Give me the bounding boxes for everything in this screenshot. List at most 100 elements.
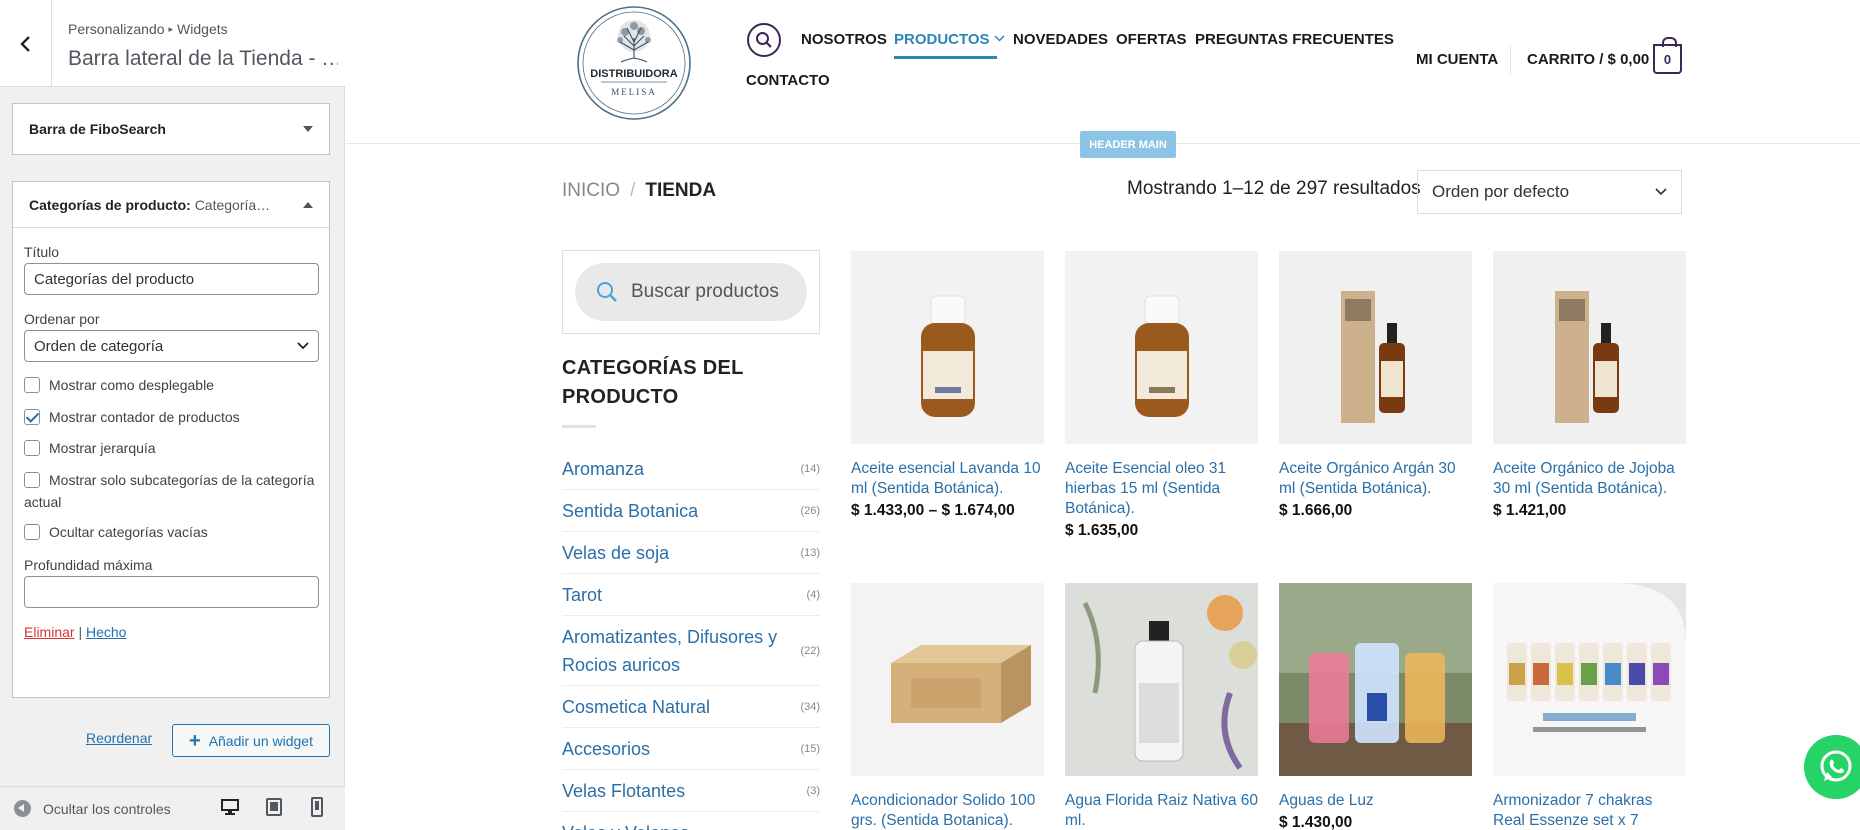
site-preview: DISTRIBUIDORA MELISA NOSOTROS PRODUCTOS … [346, 0, 1860, 830]
product-image[interactable] [1065, 251, 1258, 444]
desktop-preview-icon[interactable] [220, 797, 240, 817]
product-image[interactable] [851, 251, 1044, 444]
panel-title: Barra lateral de la Tienda - … [68, 47, 338, 70]
checkbox[interactable] [24, 472, 40, 488]
link-separator: | [78, 624, 83, 640]
breadcrumb-home[interactable]: INICIO [562, 180, 620, 201]
hide-controls-button[interactable]: Ocultar los controles [14, 800, 171, 817]
category-name[interactable]: Tarot [562, 581, 602, 609]
checkbox[interactable] [24, 524, 40, 540]
nav-contacto[interactable]: CONTACTO [746, 72, 830, 89]
header-main-badge[interactable]: HEADER MAIN [1080, 131, 1176, 158]
whatsapp-button[interactable] [1804, 735, 1860, 799]
option-dropdown[interactable]: Mostrar como desplegable [24, 374, 318, 396]
checkbox[interactable] [24, 377, 40, 393]
widget-header[interactable]: Categorías de producto: Categoría… [13, 182, 329, 228]
logo[interactable]: DISTRIBUIDORA MELISA [575, 2, 693, 124]
header-search-button[interactable] [747, 23, 781, 57]
customizer-breadcrumb: Personalizando ▸ Widgets [68, 21, 228, 37]
product-image[interactable] [1279, 251, 1472, 444]
category-item[interactable]: Cosmetica Natural (34) [562, 686, 820, 728]
done-link[interactable]: Hecho [86, 624, 126, 640]
orderby-select[interactable]: Orden por defecto [1417, 170, 1682, 214]
category-item[interactable]: Velas Flotantes (3) [562, 770, 820, 812]
mobile-preview-icon[interactable] [310, 797, 324, 817]
product-name[interactable]: Aguas de Luz [1279, 791, 1472, 811]
search-icon [597, 282, 617, 302]
category-name[interactable]: Velas de soja [562, 539, 669, 567]
product-card: Aceite Orgánico de Jojoba 30 ml (Sentida… [1493, 251, 1686, 521]
category-item[interactable]: Velas de soja (13) [562, 532, 820, 574]
result-count: Mostrando 1–12 de 297 resultados [1127, 178, 1421, 199]
product-search-input[interactable]: Buscar productos [575, 263, 807, 321]
category-name[interactable]: Sentida Botanica [562, 497, 698, 525]
nav-preguntas-frecuentes[interactable]: PREGUNTAS FRECUENTES [1195, 31, 1394, 48]
back-button[interactable] [0, 0, 52, 87]
product-search-widget: Buscar productos [562, 250, 820, 334]
widget-fibosearch[interactable]: Barra de FiboSearch [12, 103, 330, 155]
nav-productos[interactable]: PRODUCTOS [894, 31, 1005, 48]
tablet-preview-icon[interactable] [265, 797, 283, 817]
add-widget-button[interactable]: + Añadir un widget [172, 724, 330, 757]
checkbox-checked[interactable] [24, 409, 40, 425]
product-name[interactable]: Acondicionador Solido 100 grs. (Sentida … [851, 791, 1044, 830]
category-name[interactable]: Velas y Velones [562, 819, 689, 830]
cart-icon[interactable]: 0 [1653, 37, 1682, 74]
product-image[interactable] [851, 583, 1044, 776]
product-card: Agua Florida Raiz Nativa 60 ml. [1065, 583, 1258, 830]
my-account-link[interactable]: MI CUENTA [1416, 51, 1498, 68]
category-name[interactable]: Aromanza [562, 455, 644, 483]
depth-input[interactable] [24, 576, 319, 608]
delete-link[interactable]: Eliminar [24, 624, 75, 640]
widget-title: Categorías de producto: [29, 196, 191, 213]
category-item[interactable]: Accesorios (15) [562, 728, 820, 770]
product-price: $ 1.421,00 [1493, 502, 1567, 519]
product-name[interactable]: Armonizador 7 chakras Real Essenze set x… [1493, 791, 1686, 830]
product-name[interactable]: Aceite esencial Lavanda 10 ml (Sentida B… [851, 459, 1044, 499]
product-image[interactable] [1279, 583, 1472, 776]
category-name[interactable]: Accesorios [562, 735, 650, 763]
title-input[interactable]: Categorías del producto [24, 263, 319, 295]
header-divider [1510, 46, 1511, 74]
product-image[interactable] [1493, 583, 1686, 776]
checkbox[interactable] [24, 440, 40, 456]
option-hierarchy[interactable]: Mostrar jerarquía [24, 437, 318, 459]
spray-set-image [1493, 583, 1686, 776]
depth-label: Profundidad máxima [24, 557, 153, 573]
collapse-icon [14, 800, 31, 817]
order-select[interactable]: Orden de categoría [24, 330, 319, 362]
category-item[interactable]: Aromanza (14) [562, 448, 820, 490]
nav-nosotros[interactable]: NOSOTROS [801, 31, 887, 48]
category-count: (14) [800, 462, 820, 475]
product-name[interactable]: Agua Florida Raiz Nativa 60 ml. [1065, 791, 1258, 830]
widget-header[interactable]: Barra de FiboSearch [13, 104, 329, 154]
checkbox-label: Ocultar categorías vacías [49, 524, 208, 540]
category-item[interactable]: Aromatizantes, Difusores y Rocios aurico… [562, 616, 820, 686]
option-only-subcats[interactable]: Mostrar solo subcategorías de la categor… [24, 469, 318, 513]
product-name[interactable]: Aceite Orgánico de Jojoba 30 ml (Sentida… [1493, 459, 1686, 499]
category-count: (3) [806, 784, 820, 797]
product-name[interactable]: Aceite Esencial oleo 31 hierbas 15 ml (S… [1065, 459, 1258, 519]
nav-novedades[interactable]: NOVEDADES [1013, 31, 1108, 48]
nav-ofertas[interactable]: OFERTAS [1116, 31, 1187, 48]
category-count: (34) [800, 700, 820, 713]
chevron-down-icon [297, 342, 309, 350]
reorder-link[interactable]: Reordenar [86, 730, 152, 746]
breadcrumb-separator: / [630, 180, 636, 201]
chevron-down-icon [1655, 188, 1667, 196]
category-name[interactable]: Aromatizantes, Difusores y Rocios aurico… [562, 623, 782, 679]
category-name[interactable]: Cosmetica Natural [562, 693, 710, 721]
product-name[interactable]: Aceite Orgánico Argán 30 ml (Sentida Bot… [1279, 459, 1472, 499]
cart-link[interactable]: CARRITO / $ 0,00 [1527, 51, 1649, 68]
product-image[interactable] [1493, 251, 1686, 444]
shop-breadcrumb: INICIO / TIENDA [562, 180, 716, 202]
category-item[interactable]: Sentida Botanica (26) [562, 490, 820, 532]
category-name[interactable]: Velas Flotantes [562, 777, 685, 805]
product-image[interactable] [1065, 583, 1258, 776]
title-divider [562, 425, 596, 428]
triangle-right-icon: ▸ [168, 24, 174, 34]
category-item[interactable]: Velas y Velones [562, 812, 820, 830]
option-show-count[interactable]: Mostrar contador de productos [24, 406, 318, 428]
category-item[interactable]: Tarot (4) [562, 574, 820, 616]
option-hide-empty[interactable]: Ocultar categorías vacías [24, 521, 318, 543]
